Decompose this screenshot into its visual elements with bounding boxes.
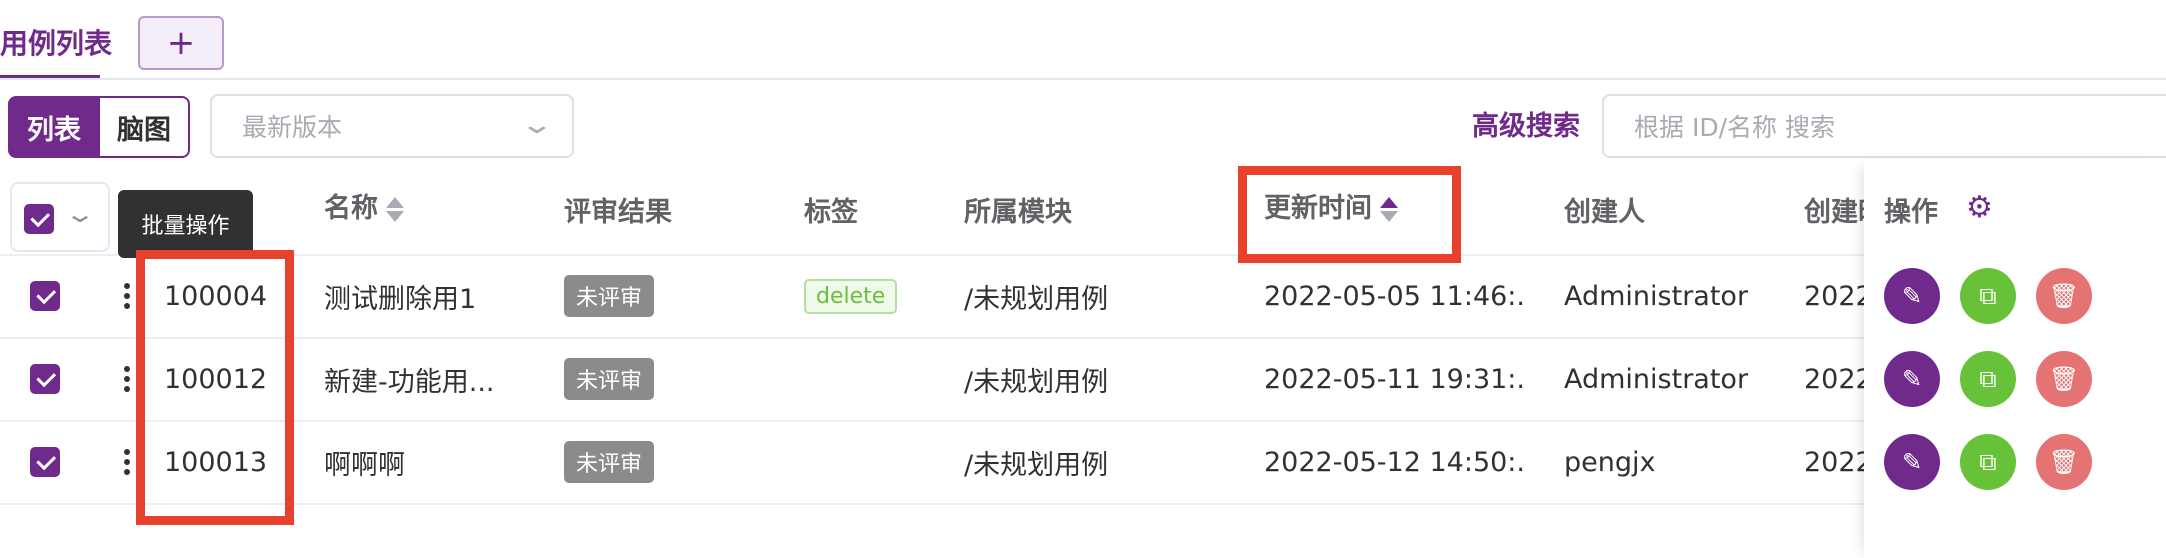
copy-icon: ⧉ bbox=[1979, 282, 1997, 310]
edit-button[interactable]: ✎ bbox=[1884, 268, 1940, 324]
list-view-button[interactable]: 列表 bbox=[8, 96, 100, 158]
delete-button[interactable]: 🗑 bbox=[2036, 268, 2092, 324]
batch-operation-tooltip: 批量操作 bbox=[118, 190, 253, 258]
delete-icon: 🗑 bbox=[2048, 448, 2080, 476]
delete-button[interactable]: 🗑 bbox=[2036, 434, 2092, 490]
case-module: /未规划用例 bbox=[964, 366, 1109, 398]
more-vertical-icon[interactable] bbox=[124, 338, 130, 420]
more-vertical-icon[interactable] bbox=[124, 255, 130, 337]
chevron-down-icon: ⌄ bbox=[63, 200, 97, 228]
edit-icon: ✎ bbox=[1901, 282, 1923, 310]
column-header-name[interactable]: 名称 bbox=[324, 186, 404, 225]
tab-case-list[interactable]: 用例列表 bbox=[0, 22, 112, 62]
case-module: /未规划用例 bbox=[964, 449, 1109, 481]
copy-button[interactable]: ⧉ bbox=[1960, 434, 2016, 490]
tabs-divider bbox=[0, 78, 2166, 80]
row-checkbox[interactable] bbox=[30, 281, 60, 311]
tag-badge: delete bbox=[804, 278, 898, 314]
creator: Administrator bbox=[1564, 280, 1749, 312]
row-checkbox[interactable] bbox=[30, 364, 60, 394]
annotation-highlight-updated-header bbox=[1238, 166, 1461, 263]
created-time: 2022 bbox=[1804, 446, 1864, 478]
edit-button[interactable]: ✎ bbox=[1884, 434, 1940, 490]
version-select-placeholder: 最新版本 bbox=[242, 113, 343, 142]
delete-button[interactable]: 🗑 bbox=[2036, 351, 2092, 407]
column-header-created: 创建时间 bbox=[1804, 197, 1864, 228]
edit-icon: ✎ bbox=[1901, 448, 1923, 476]
delete-icon: 🗑 bbox=[2048, 365, 2080, 393]
more-vertical-icon[interactable] bbox=[124, 421, 130, 503]
delete-icon: 🗑 bbox=[2048, 282, 2080, 310]
review-status-badge: 未评审 bbox=[564, 275, 655, 317]
sort-icon[interactable] bbox=[386, 195, 404, 225]
copy-icon: ⧉ bbox=[1979, 365, 1997, 393]
case-module: /未规划用例 bbox=[964, 283, 1109, 315]
copy-button[interactable]: ⧉ bbox=[1960, 351, 2016, 407]
updated-time: 2022-05-05 11:46:... bbox=[1264, 280, 1526, 312]
updated-time: 2022-05-12 14:50:... bbox=[1264, 446, 1526, 478]
case-name[interactable]: 啊啊啊 bbox=[324, 421, 514, 503]
column-header-name-label: 名称 bbox=[324, 193, 378, 224]
plus-icon: + bbox=[166, 23, 196, 63]
column-header-ops: 操作 bbox=[1884, 197, 1938, 228]
edit-icon: ✎ bbox=[1901, 365, 1923, 393]
case-name[interactable]: 新建-功能用... bbox=[324, 338, 514, 420]
search-input[interactable]: 根据 ID/名称 搜索 bbox=[1602, 94, 2166, 158]
updated-time: 2022-05-11 19:31:... bbox=[1264, 363, 1526, 395]
search-input-placeholder: 根据 ID/名称 搜索 bbox=[1634, 113, 1835, 142]
creator: pengjx bbox=[1564, 446, 1656, 478]
advanced-search-link[interactable]: 高级搜索 bbox=[1472, 104, 1580, 143]
review-status-badge: 未评审 bbox=[564, 358, 655, 400]
mindmap-view-button[interactable]: 脑图 bbox=[98, 96, 190, 158]
gear-icon[interactable]: ⚙ bbox=[1966, 190, 1993, 225]
version-select[interactable]: 最新版本 ⌄ bbox=[210, 94, 574, 158]
column-header-tags: 标签 bbox=[804, 197, 858, 228]
case-name[interactable]: 测试删除用1 bbox=[324, 255, 514, 337]
annotation-highlight-id-column bbox=[136, 250, 294, 525]
select-all-dropdown[interactable]: ⌄ bbox=[10, 182, 110, 252]
select-all-checkbox[interactable] bbox=[24, 204, 54, 234]
creator: Administrator bbox=[1564, 363, 1749, 395]
column-header-module: 所属模块 bbox=[964, 197, 1072, 228]
add-tab-button[interactable]: + bbox=[138, 16, 224, 70]
column-header-creator: 创建人 bbox=[1564, 197, 1645, 228]
column-header-review: 评审结果 bbox=[564, 197, 672, 228]
created-time: 2022 bbox=[1804, 363, 1864, 395]
row-checkbox[interactable] bbox=[30, 447, 60, 477]
copy-button[interactable]: ⧉ bbox=[1960, 268, 2016, 324]
copy-icon: ⧉ bbox=[1979, 448, 1997, 476]
edit-button[interactable]: ✎ bbox=[1884, 351, 1940, 407]
review-status-badge: 未评审 bbox=[564, 441, 655, 483]
created-time: 2022 bbox=[1804, 280, 1864, 312]
chevron-down-icon: ⌄ bbox=[519, 110, 555, 140]
